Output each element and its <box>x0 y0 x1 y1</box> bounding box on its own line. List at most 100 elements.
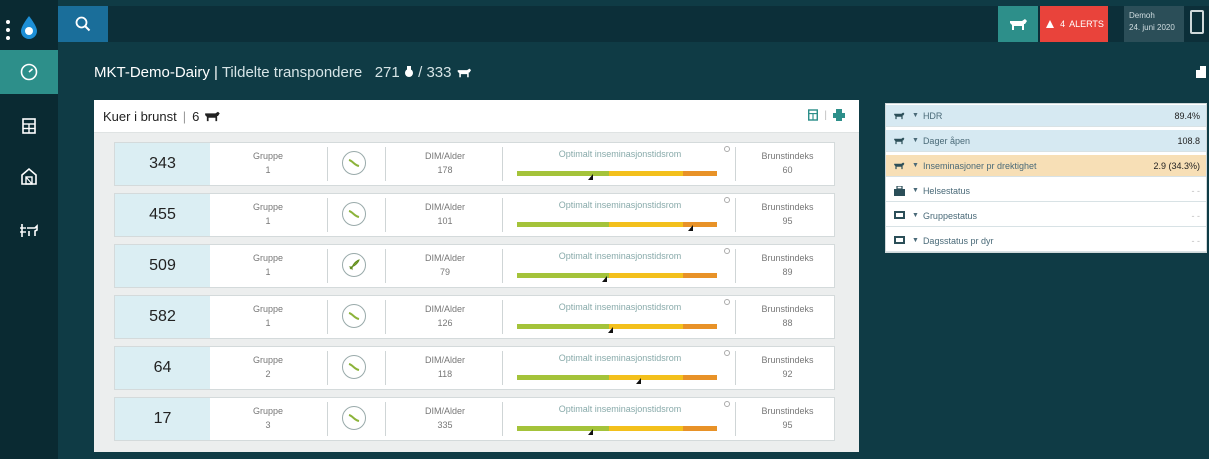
group-value: 1 <box>265 216 271 226</box>
layout-icon[interactable] <box>1196 66 1206 78</box>
cow-id[interactable]: 64 <box>115 347 210 389</box>
cow-id[interactable]: 582 <box>115 296 210 338</box>
zoom-icon[interactable] <box>724 248 730 254</box>
group-value: 1 <box>265 318 271 328</box>
activity-curve-icon <box>348 363 360 371</box>
divider <box>502 402 503 436</box>
heat-index-label: Brunstindeks <box>761 151 814 161</box>
bar-green-segment <box>517 171 609 176</box>
caret-down-icon[interactable]: ▼ <box>912 162 919 169</box>
heat-row[interactable]: 343 Gruppe 1 DIM/Alder 178 Optimalt inse… <box>114 142 835 186</box>
menu-dots-icon[interactable] <box>6 20 10 44</box>
divider <box>327 402 328 436</box>
report-grid-icon[interactable] <box>808 109 819 121</box>
kpi-label: Dagsstatus pr dyr <box>922 235 994 246</box>
bar-yellow-segment <box>609 273 683 278</box>
group-label: Gruppe <box>252 253 284 263</box>
zoom-icon[interactable] <box>724 299 730 305</box>
caret-down-icon[interactable]: ▼ <box>912 112 919 119</box>
activity-status-button[interactable] <box>342 151 366 175</box>
heat-row[interactable]: 582 Gruppe 1 DIM/Alder 126 Optimalt inse… <box>114 295 835 339</box>
activity-status-button[interactable] <box>342 253 366 277</box>
zoom-icon[interactable] <box>724 350 730 356</box>
nav-reports[interactable] <box>0 104 58 148</box>
kpi-row[interactable]: ▼ HDR 89.4% <box>886 105 1206 127</box>
insemination-window-bar <box>517 222 717 227</box>
heat-index-cell: Brunstindeks 88 <box>745 296 830 338</box>
cow-icon <box>205 111 220 122</box>
caret-down-icon[interactable]: ▼ <box>912 137 919 144</box>
alerts-label: ALERTS <box>1069 19 1104 29</box>
kpi-icon-wrap <box>892 136 906 146</box>
cow-icon <box>457 68 471 78</box>
cow-id[interactable]: 509 <box>115 245 210 287</box>
heat-row[interactable]: 64 Gruppe 2 DIM/Alder 118 Optimalt insem… <box>114 346 835 390</box>
kpi-icon-wrap <box>892 235 906 246</box>
zoom-icon[interactable] <box>724 197 730 203</box>
kpi-value: 108.8 <box>1177 135 1200 146</box>
heat-row[interactable]: 17 Gruppe 3 DIM/Alder 335 Optimalt insem… <box>114 397 835 441</box>
heat-index-label: Brunstindeks <box>761 304 814 314</box>
alerts-button[interactable]: 4 ALERTS <box>1040 6 1108 42</box>
group-value: 1 <box>265 165 271 175</box>
alerts-count: 4 <box>1060 19 1066 29</box>
cow-id[interactable]: 343 <box>115 143 210 185</box>
nav-barn[interactable] <box>0 154 58 198</box>
activity-status-button[interactable] <box>342 406 366 430</box>
group-label: Gruppe <box>252 406 284 416</box>
heat-index-value: 60 <box>782 165 793 175</box>
heat-index-cell: Brunstindeks 95 <box>745 398 830 440</box>
kpi-panel: ▼ HDR 89.4% ▼ Dager åpen 108.8 ▼ Insemin… <box>885 103 1207 253</box>
app-logo[interactable] <box>0 6 58 50</box>
kpi-row[interactable]: ▼ Dagsstatus pr dyr - - <box>886 230 1206 252</box>
kpi-row[interactable]: ▼ Dager åpen 108.8 <box>886 130 1206 152</box>
user-name: Demoh <box>1129 11 1155 20</box>
briefcase-icon <box>893 185 905 196</box>
nav-dashboard[interactable] <box>0 50 58 94</box>
heat-index-label: Brunstindeks <box>761 355 814 365</box>
kpi-row[interactable]: ▼ Gruppestatus - - <box>886 205 1206 227</box>
activity-status-button[interactable] <box>342 202 366 226</box>
heat-card-title: Kuer i brunst <box>103 108 177 124</box>
divider <box>502 351 503 385</box>
bar-orange-segment <box>683 426 717 431</box>
bar-green-segment <box>517 273 609 278</box>
nav-cow-traffic[interactable] <box>0 208 58 252</box>
group-cell: Gruppe 1 <box>233 296 303 338</box>
kpi-label: Dager åpen <box>922 135 970 146</box>
kpi-label: HDR <box>922 110 943 121</box>
kpi-label: Gruppestatus <box>922 210 977 221</box>
kpi-row[interactable]: ▼ Inseminasjoner pr drektighet 2.9 (34.3… <box>886 155 1206 177</box>
heat-row[interactable]: 455 Gruppe 1 DIM/Alder 101 Optimalt inse… <box>114 193 835 237</box>
insemination-window-bar <box>517 324 717 329</box>
bar-yellow-segment <box>609 324 683 329</box>
activity-status-button[interactable] <box>342 304 366 328</box>
caret-down-icon[interactable]: ▼ <box>912 212 919 219</box>
cow-icon <box>894 137 905 145</box>
logout-icon[interactable] <box>1190 10 1204 34</box>
bar-green-segment <box>517 324 609 329</box>
group-value: 3 <box>265 420 271 430</box>
caret-down-icon[interactable]: ▼ <box>912 187 919 194</box>
timing-marker <box>602 276 607 282</box>
caret-down-icon[interactable]: ▼ <box>912 237 919 244</box>
zoom-icon[interactable] <box>724 146 730 152</box>
timing-marker <box>688 225 693 231</box>
group-cell: Gruppe 1 <box>233 194 303 236</box>
dim-label: DIM/Alder <box>424 253 465 263</box>
cow-id[interactable]: 17 <box>115 398 210 440</box>
heat-row[interactable]: 509 Gruppe 1 DIM/Alder 79 Optimalt insem… <box>114 244 835 288</box>
zoom-icon[interactable] <box>724 401 730 407</box>
activity-status-button[interactable] <box>342 355 366 379</box>
user-info[interactable]: Demoh 24. juni 2020 <box>1124 6 1184 42</box>
cow-id[interactable]: 455 <box>115 194 210 236</box>
report-grid-icon <box>22 118 36 134</box>
kpi-value: 89.4% <box>1174 110 1200 121</box>
herd-button[interactable] <box>998 6 1038 42</box>
heat-card-header: Kuer i brunst | 6 | <box>94 100 859 133</box>
dim-value: 101 <box>437 216 453 226</box>
kpi-row[interactable]: ▼ Helsestatus - - <box>886 180 1206 202</box>
barn-icon <box>21 167 37 185</box>
search-button[interactable] <box>58 6 108 42</box>
print-icon[interactable] <box>833 109 845 121</box>
